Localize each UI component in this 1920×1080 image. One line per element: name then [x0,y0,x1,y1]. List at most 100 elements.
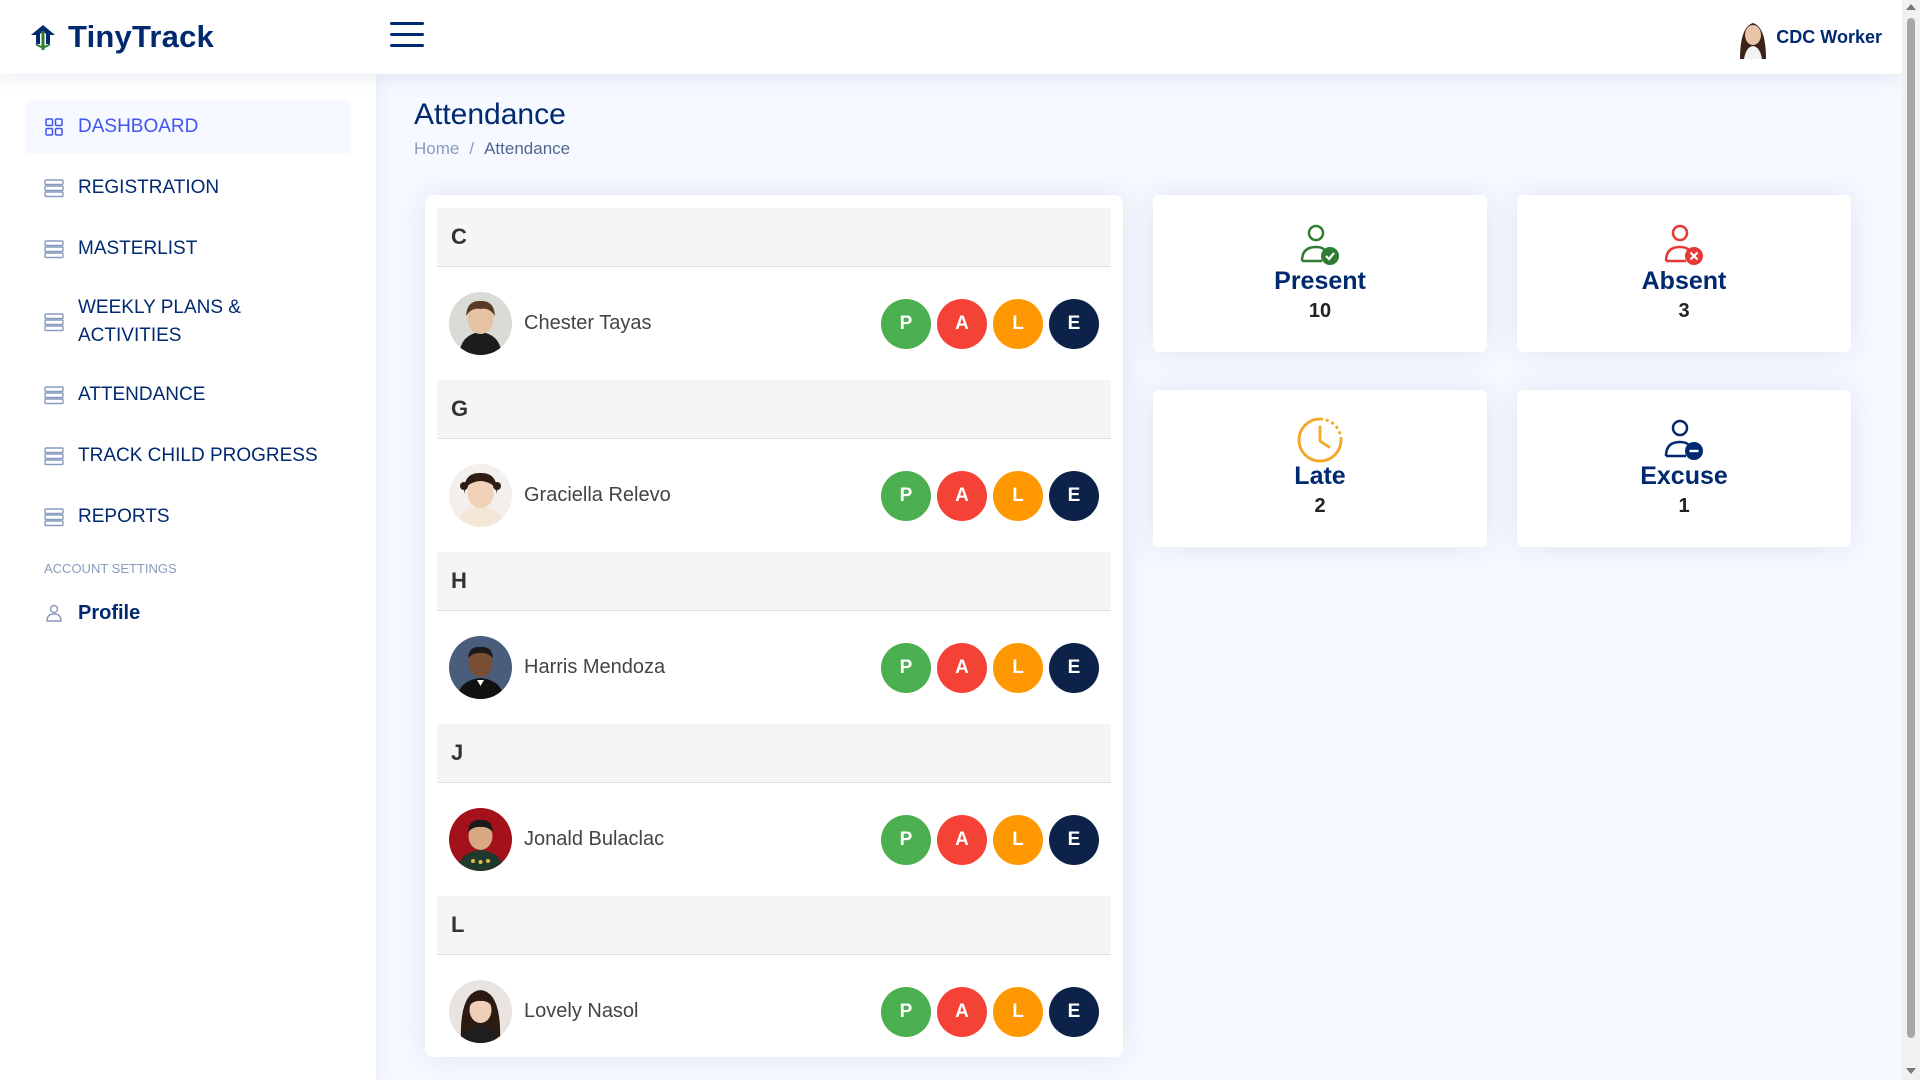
late-button[interactable]: L [993,814,1043,865]
late-summary-card: Late 2 [1153,390,1487,547]
excuse-button[interactable]: E [1049,986,1099,1037]
page-title: Attendance [414,98,566,131]
breadcrumb-separator: / [469,139,475,158]
child-name: Harris Mendoza [524,656,666,678]
letter-header: J [437,724,1111,783]
user-menu[interactable]: CDC Worker [1732,15,1882,59]
letter-header: H [437,552,1111,611]
sidebar-item-dashboard[interactable]: DASHBOARD [25,100,351,154]
user-avatar [1740,23,1767,59]
excuse-button[interactable]: E [1049,298,1099,349]
status-buttons: P A L E [881,298,1099,349]
status-buttons: P A L E [881,470,1099,521]
app-name: TinyTrack [68,19,214,54]
excuse-label: Excuse [1640,462,1728,490]
attendance-list-card: C Chester Tayas P A L E G Graciella Rele… [425,195,1123,1057]
child-name: Graciella Relevo [524,484,671,506]
scroll-thumb[interactable] [1907,18,1915,1038]
absent-button[interactable]: A [937,470,987,521]
sidebar: DASHBOARD REGISTRATION MASTERLIST WEEKLY… [0,74,376,1080]
absent-button[interactable]: A [937,642,987,693]
late-button[interactable]: L [993,986,1043,1037]
logo-icon [31,25,55,50]
child-name: Lovely Nasol [524,1000,639,1022]
sidebar-item-label: WEEKLY PLANS & ACTIVITIES [78,294,241,350]
breadcrumb-current: Attendance [484,139,571,158]
sidebar-item-label-line2: ACTIVITIES [78,325,182,346]
late-button[interactable]: L [993,642,1043,693]
user-name: CDC Worker [1776,26,1882,47]
list-item: Lovely Nasol P A L E [437,955,1111,1068]
list-item: Chester Tayas P A L E [437,267,1111,380]
present-summary-card: Present 10 [1153,195,1487,352]
breadcrumb: Home / Attendance [414,139,570,159]
absent-summary-card: Absent 3 [1517,195,1851,352]
server-icon [44,447,64,466]
absent-label: Absent [1641,267,1727,295]
sidebar-section-heading: ACCOUNT SETTINGS [44,561,177,576]
sidebar-item-label: Profile [78,602,141,624]
person-dash-icon [1664,419,1703,460]
present-label: Present [1274,267,1366,295]
absent-button[interactable]: A [937,298,987,349]
child-name: Jonald Bulaclac [524,828,665,850]
person-check-icon [1300,224,1339,265]
clock-icon [1297,417,1343,463]
late-button[interactable]: L [993,470,1043,521]
sidebar-item-registration[interactable]: REGISTRATION [25,161,351,215]
child-avatar [449,808,512,871]
sidebar-item-label: TRACK CHILD PROGRESS [78,445,318,466]
sidebar-item-label: ATTENDANCE [78,384,206,405]
excuse-count: 1 [1678,495,1690,517]
present-button[interactable]: P [881,298,931,349]
sidebar-item-masterlist[interactable]: MASTERLIST [25,222,351,276]
scroll-down-icon[interactable] [1906,1068,1916,1074]
status-buttons: P A L E [881,642,1099,693]
person-icon [46,604,62,622]
child-avatar [449,464,512,527]
server-icon [44,179,64,198]
present-button[interactable]: P [881,986,931,1037]
excuse-button[interactable]: E [1049,642,1099,693]
letter-header: G [437,380,1111,439]
sidebar-item-label-line1: WEEKLY PLANS & [78,297,241,318]
scroll-up-icon[interactable] [1906,4,1916,10]
list-item: Harris Mendoza P A L E [437,611,1111,724]
present-button[interactable]: P [881,642,931,693]
list-item: Graciella Relevo P A L E [437,439,1111,552]
menu-toggle-icon[interactable] [390,22,424,52]
logo[interactable]: TinyTrack [28,16,214,58]
server-icon [44,240,64,259]
sidebar-item-attendance[interactable]: ATTENDANCE [25,368,351,422]
sidebar-item-profile[interactable]: Profile [25,586,351,640]
absent-button[interactable]: A [937,986,987,1037]
sidebar-item-label: REPORTS [78,506,170,527]
absent-count: 3 [1678,300,1690,322]
grid-icon [45,118,63,136]
child-avatar [449,636,512,699]
child-avatar [449,980,512,1043]
late-label: Late [1294,462,1346,490]
server-icon [44,508,64,527]
sidebar-item-weekly-plans[interactable]: WEEKLY PLANS & ACTIVITIES [25,283,351,361]
absent-button[interactable]: A [937,814,987,865]
server-icon [44,313,64,332]
sidebar-item-reports[interactable]: REPORTS [25,490,351,544]
sidebar-item-track-child-progress[interactable]: TRACK CHILD PROGRESS [25,429,351,483]
present-count: 10 [1308,300,1332,322]
breadcrumb-home[interactable]: Home [414,139,459,159]
excuse-button[interactable]: E [1049,814,1099,865]
late-button[interactable]: L [993,298,1043,349]
top-header: TinyTrack CDC Worker [0,0,1902,74]
child-name: Chester Tayas [524,312,652,334]
excuse-button[interactable]: E [1049,470,1099,521]
present-button[interactable]: P [881,470,931,521]
person-x-icon [1664,224,1703,265]
letter-header: L [437,896,1111,955]
sidebar-item-label: REGISTRATION [78,177,220,198]
status-buttons: P A L E [881,814,1099,865]
server-icon [44,386,64,405]
present-button[interactable]: P [881,814,931,865]
sidebar-item-label: MASTERLIST [78,238,198,259]
page-scrollbar[interactable] [1902,0,1920,1080]
